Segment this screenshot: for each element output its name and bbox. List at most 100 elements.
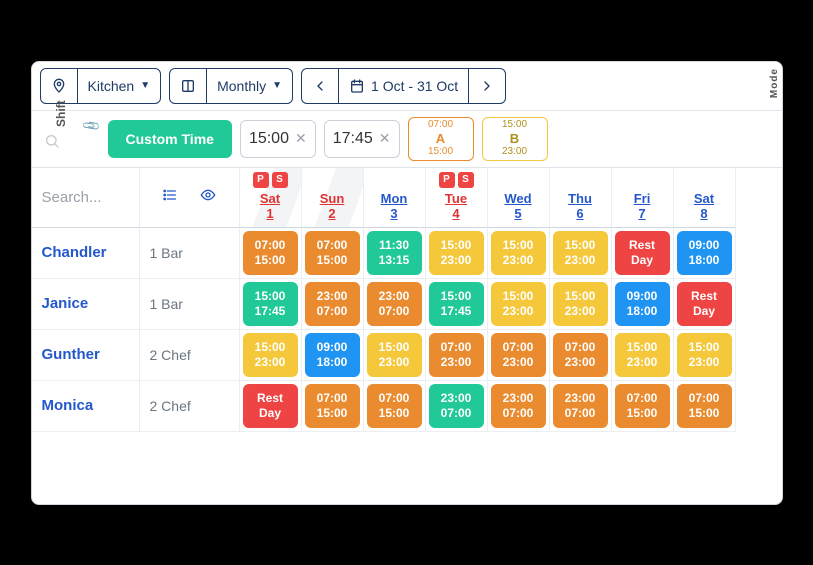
day-number[interactable]: 1	[266, 206, 273, 221]
day-header[interactable]: PSTue4	[426, 168, 488, 228]
shift-chip[interactable]: 23:0007:00	[429, 384, 484, 428]
shift-chip[interactable]: 07:0023:00	[491, 333, 546, 377]
shift-cell: 15:0023:00	[488, 279, 550, 330]
shift-chip[interactable]: 07:0015:00	[305, 231, 360, 275]
shift-end: 18:00	[627, 304, 658, 319]
employee-name[interactable]: Janice	[32, 279, 140, 330]
shift-chip[interactable]: 11:3013:15	[367, 231, 422, 275]
rest-day-chip[interactable]: RestDay	[615, 231, 670, 275]
rest-day-chip[interactable]: RestDay	[677, 282, 732, 326]
day-header[interactable]: Sun2	[302, 168, 364, 228]
day-name[interactable]: Tue	[445, 191, 467, 206]
shift-chip[interactable]: 07:0023:00	[553, 333, 608, 377]
shift-chip[interactable]: 07:0015:00	[677, 384, 732, 428]
shift-cell: 15:0023:00	[364, 330, 426, 381]
day-name[interactable]: Sat	[694, 191, 714, 206]
shift-cell: RestDay	[612, 228, 674, 279]
shift-chip[interactable]: 07:0015:00	[305, 384, 360, 428]
day-name[interactable]: Sun	[320, 191, 345, 206]
shift-start: 23:00	[503, 391, 534, 406]
shift-chip[interactable]: 07:0015:00	[615, 384, 670, 428]
clear-start-icon[interactable]: ✕	[295, 130, 307, 147]
shift-end: 23:00	[255, 355, 286, 370]
shift-chip[interactable]: 15:0023:00	[429, 231, 484, 275]
view-picker[interactable]: Monthly▼	[169, 68, 293, 104]
shift-cell: 15:0017:45	[240, 279, 302, 330]
mode-label: Mode	[769, 68, 780, 98]
eye-icon[interactable]	[200, 187, 216, 208]
start-time-input[interactable]: 15:00 ✕	[240, 120, 316, 158]
shift-end: 23:00	[627, 355, 658, 370]
list-icon[interactable]	[162, 187, 178, 208]
shift-chip[interactable]: 15:0023:00	[367, 333, 422, 377]
shift-chip[interactable]: 23:0007:00	[491, 384, 546, 428]
location-label-button[interactable]: Kitchen▼	[77, 69, 161, 103]
shift-cell: 15:0023:00	[550, 279, 612, 330]
shift-chip[interactable]: 15:0023:00	[615, 333, 670, 377]
day-number[interactable]: 6	[576, 206, 583, 221]
shift-start: 07:00	[689, 391, 720, 406]
day-number[interactable]: 8	[700, 206, 707, 221]
shift-start: 07:00	[317, 238, 348, 253]
preset-a[interactable]: 07:00A15:00	[408, 117, 474, 161]
s-badge: S	[458, 172, 474, 188]
shift-chip[interactable]: 15:0023:00	[553, 231, 608, 275]
date-next-button[interactable]	[468, 69, 505, 103]
shift-chip[interactable]: 23:0007:00	[367, 282, 422, 326]
shift-chip[interactable]: 23:0007:00	[553, 384, 608, 428]
day-name[interactable]: Mon	[381, 191, 408, 206]
shift-chip[interactable]: 15:0023:00	[243, 333, 298, 377]
preset-b[interactable]: 15:00B23:00	[482, 117, 548, 161]
custom-time-button[interactable]: Custom Time	[108, 120, 232, 158]
day-header[interactable]: Thu6	[550, 168, 612, 228]
day-header[interactable]: Mon3	[364, 168, 426, 228]
day-header[interactable]: PSSat1	[240, 168, 302, 228]
shift-chip[interactable]: 09:0018:00	[305, 333, 360, 377]
employee-role: 1 Bar	[140, 279, 240, 330]
shift-chip[interactable]: 09:0018:00	[615, 282, 670, 326]
search-input[interactable]: Search...	[32, 168, 140, 228]
location-icon-button[interactable]	[41, 69, 77, 103]
shift-end: 23:00	[565, 304, 596, 319]
day-header[interactable]: Wed5	[488, 168, 550, 228]
location-picker[interactable]: Kitchen▼	[40, 68, 162, 104]
shift-chip[interactable]: 15:0023:00	[553, 282, 608, 326]
shift-cell: 15:0017:45	[426, 279, 488, 330]
shift-cell: 15:0023:00	[426, 228, 488, 279]
day-header[interactable]: Fri7	[612, 168, 674, 228]
employee-name[interactable]: Gunther	[32, 330, 140, 381]
shift-chip[interactable]: 15:0017:45	[429, 282, 484, 326]
day-name[interactable]: Fri	[634, 191, 651, 206]
day-header[interactable]: Sat8	[674, 168, 736, 228]
shift-start: 15:00	[441, 238, 472, 253]
shift-chip[interactable]: 23:0007:00	[305, 282, 360, 326]
view-icon-button[interactable]	[170, 69, 206, 103]
shift-label-area: Shift 📎	[40, 117, 100, 161]
shift-chip[interactable]: 07:0023:00	[429, 333, 484, 377]
shift-chip[interactable]: 15:0023:00	[491, 231, 546, 275]
shift-chip[interactable]: 15:0017:45	[243, 282, 298, 326]
day-number[interactable]: 7	[638, 206, 645, 221]
date-range-button[interactable]: 1 Oct - 31 Oct	[338, 69, 468, 103]
shift-chip[interactable]: 15:0023:00	[677, 333, 732, 377]
day-number[interactable]: 5	[514, 206, 521, 221]
employee-name[interactable]: Monica	[32, 381, 140, 432]
date-prev-button[interactable]	[302, 69, 338, 103]
top-toolbar: Kitchen▼ Monthly▼ 1 Oct - 31 Oct Mode	[32, 62, 782, 111]
day-number[interactable]: 4	[452, 206, 459, 221]
day-number[interactable]: 3	[390, 206, 397, 221]
shift-chip[interactable]: 09:0018:00	[677, 231, 732, 275]
shift-cell: 23:0007:00	[302, 279, 364, 330]
employee-name[interactable]: Chandler	[32, 228, 140, 279]
rest-day-chip[interactable]: RestDay	[243, 384, 298, 428]
end-time-input[interactable]: 17:45 ✕	[324, 120, 400, 158]
shift-chip[interactable]: 07:0015:00	[243, 231, 298, 275]
day-name[interactable]: Sat	[260, 191, 280, 206]
shift-chip[interactable]: 07:0015:00	[367, 384, 422, 428]
view-label-button[interactable]: Monthly▼	[206, 69, 292, 103]
clear-end-icon[interactable]: ✕	[379, 130, 391, 147]
day-name[interactable]: Thu	[568, 191, 592, 206]
day-name[interactable]: Wed	[504, 191, 531, 206]
shift-chip[interactable]: 15:0023:00	[491, 282, 546, 326]
day-number[interactable]: 2	[328, 206, 335, 221]
